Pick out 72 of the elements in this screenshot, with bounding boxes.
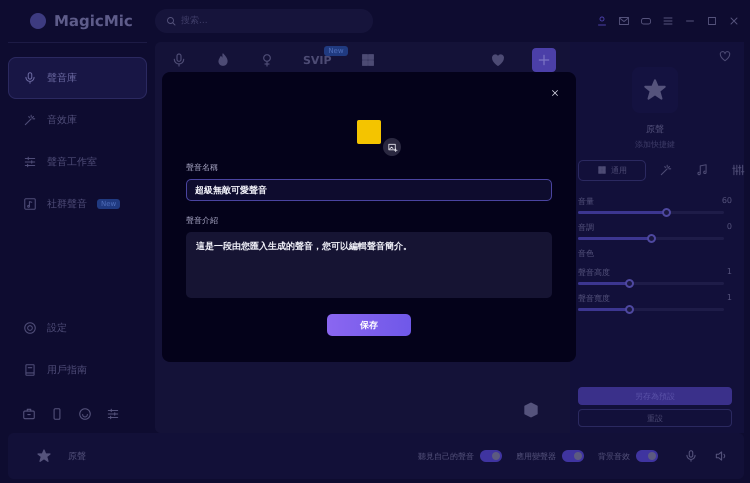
app-name: MagicMic (54, 12, 133, 30)
name-field[interactable]: 超級無敵可愛聲音 (186, 179, 552, 201)
slider-thumb[interactable] (647, 234, 656, 243)
settings-icon (23, 321, 37, 335)
sliders-icon (23, 155, 37, 169)
music-note-icon (23, 197, 37, 211)
sidebar-item[interactable]: 聲音工作室 (8, 141, 147, 183)
sidebar-item[interactable]: 用戶指南 (8, 349, 147, 391)
reset-button[interactable]: 重設 (578, 409, 732, 427)
category-tab[interactable] (532, 48, 556, 72)
slider-thumb[interactable] (625, 279, 634, 288)
maximize-icon[interactable] (706, 15, 718, 27)
close-icon[interactable] (728, 15, 740, 27)
slider-value: 0 (726, 222, 732, 233)
image-add-icon (386, 142, 398, 152)
magic-wand-icon (23, 113, 37, 127)
sidebar-item[interactable]: 聲音庫 (8, 57, 147, 99)
book-icon (23, 363, 37, 377)
speaker-icon[interactable] (714, 449, 728, 463)
star-icon (36, 448, 52, 464)
toggle-switch[interactable] (636, 450, 658, 462)
slider-track[interactable] (578, 308, 724, 311)
music-note-icon (695, 163, 709, 177)
slider-track[interactable] (578, 211, 724, 214)
toggle-label: 背景音效 (598, 450, 630, 462)
close-icon (550, 88, 560, 98)
current-voice: 原聲 (68, 450, 86, 462)
slider-label: 音調 (578, 222, 594, 233)
slider-track[interactable] (578, 282, 724, 285)
grid-icon (597, 165, 607, 175)
sliders-icon[interactable] (106, 407, 120, 421)
sidebar-item[interactable]: 設定 (8, 307, 147, 349)
slider-label: 聲音高度 (578, 267, 610, 278)
slider-value: 1 (726, 267, 732, 278)
menu-icon[interactable] (662, 15, 674, 27)
sidebar-item[interactable]: 音效庫 (8, 99, 147, 141)
slider-value: 1 (726, 293, 732, 304)
equalizer-icon (731, 163, 745, 177)
mail-icon[interactable] (618, 15, 630, 27)
microphone-icon (171, 52, 187, 68)
field-label: 聲音介紹 (186, 215, 219, 226)
heart-icon (490, 52, 506, 68)
toolbox-icon[interactable] (22, 407, 36, 421)
user-icon[interactable] (596, 15, 608, 27)
slider-thumb[interactable] (625, 305, 634, 314)
logo-icon (30, 13, 46, 29)
slider-thumb[interactable] (662, 208, 671, 217)
voice-name: 原聲 (646, 124, 664, 136)
magic-wand-icon (659, 163, 673, 177)
microphone-icon (23, 71, 37, 85)
toggle-label: 應用變聲器 (516, 450, 556, 462)
slider-track[interactable] (578, 237, 724, 240)
slider-label: 聲音寬度 (578, 293, 610, 304)
intro-field[interactable]: 這是一段由您匯入生成的聲音，您可以編輯聲音簡介。 (186, 232, 552, 298)
field-label: 聲音名稱 (186, 162, 219, 173)
cover-image (357, 120, 381, 144)
slider-label: 音量 (578, 196, 594, 207)
grid-icon (360, 52, 376, 68)
plus-icon (536, 52, 552, 68)
microphone-icon[interactable] (684, 449, 698, 463)
heart-icon[interactable] (718, 49, 732, 63)
toggle-label: 聽見自己的聲音 (418, 450, 474, 462)
toggle-switch[interactable] (480, 450, 502, 462)
close-button[interactable] (550, 88, 560, 98)
add-image-button[interactable] (383, 138, 401, 156)
cube-icon[interactable] (522, 401, 540, 419)
panel-tab[interactable]: 通用 (578, 160, 646, 180)
toggle-switch[interactable] (562, 450, 584, 462)
chat-icon[interactable] (78, 407, 92, 421)
slider-value: 60 (722, 196, 732, 207)
section-heading: 音色 (578, 248, 595, 259)
save-button[interactable]: 保存 (327, 314, 411, 336)
